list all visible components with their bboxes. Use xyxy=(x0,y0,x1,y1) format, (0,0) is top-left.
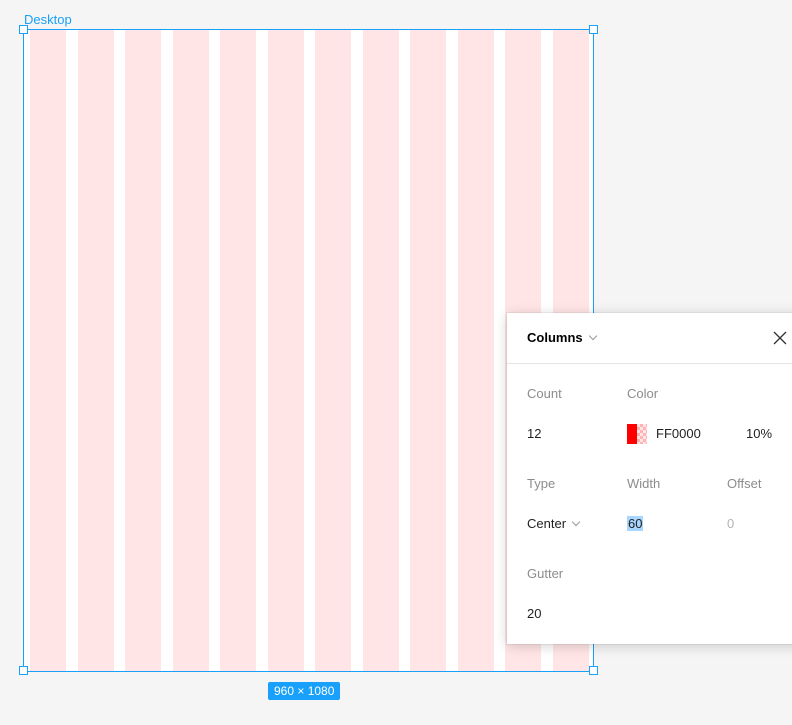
resize-handle-top-left[interactable] xyxy=(19,25,28,34)
color-hex-input[interactable]: FF0000 xyxy=(656,426,701,441)
offset-label: Offset xyxy=(727,476,762,491)
color-swatch[interactable] xyxy=(627,424,647,444)
count-label: Count xyxy=(527,386,562,401)
swatch-transparency xyxy=(637,424,647,444)
close-icon[interactable] xyxy=(772,330,788,346)
gutter-input[interactable]: 20 xyxy=(527,606,541,621)
grid-column xyxy=(30,30,66,671)
chevron-down-icon xyxy=(588,331,597,341)
color-label: Color xyxy=(627,386,659,401)
swatch-solid xyxy=(627,424,637,444)
type-value: Center xyxy=(527,516,567,531)
grid-column xyxy=(315,30,351,671)
grid-column xyxy=(77,30,114,671)
resize-handle-bottom-right[interactable] xyxy=(589,666,598,675)
grid-column xyxy=(267,30,304,671)
grid-column xyxy=(457,30,494,671)
resize-handle-bottom-left[interactable] xyxy=(19,666,28,675)
grid-type-dropdown[interactable]: Columns xyxy=(527,330,597,345)
grid-column xyxy=(410,30,446,671)
resize-handle-top-right[interactable] xyxy=(589,25,598,34)
chevron-down-icon xyxy=(571,517,581,527)
grid-column xyxy=(220,30,256,671)
panel-header: Columns xyxy=(507,313,792,364)
width-input[interactable]: 60 xyxy=(627,516,644,531)
frame-name-label[interactable]: Desktop xyxy=(24,12,72,28)
count-input[interactable]: 12 xyxy=(527,426,541,441)
layout-grid-settings-panel: Columns Count Color 12 FF0000 10% Type W… xyxy=(507,313,792,644)
type-dropdown[interactable]: Center xyxy=(527,516,581,531)
width-label: Width xyxy=(627,476,661,491)
grid-column xyxy=(125,30,161,671)
frame-size-badge: 960 × 1080 xyxy=(268,682,341,700)
grid-column xyxy=(362,30,399,671)
gutter-label: Gutter xyxy=(527,566,564,581)
color-opacity-input[interactable]: 10% xyxy=(746,426,772,441)
type-label: Type xyxy=(527,476,556,491)
offset-input[interactable]: 0 xyxy=(727,516,734,531)
grid-column xyxy=(172,30,209,671)
grid-type-label: Columns xyxy=(527,330,583,345)
